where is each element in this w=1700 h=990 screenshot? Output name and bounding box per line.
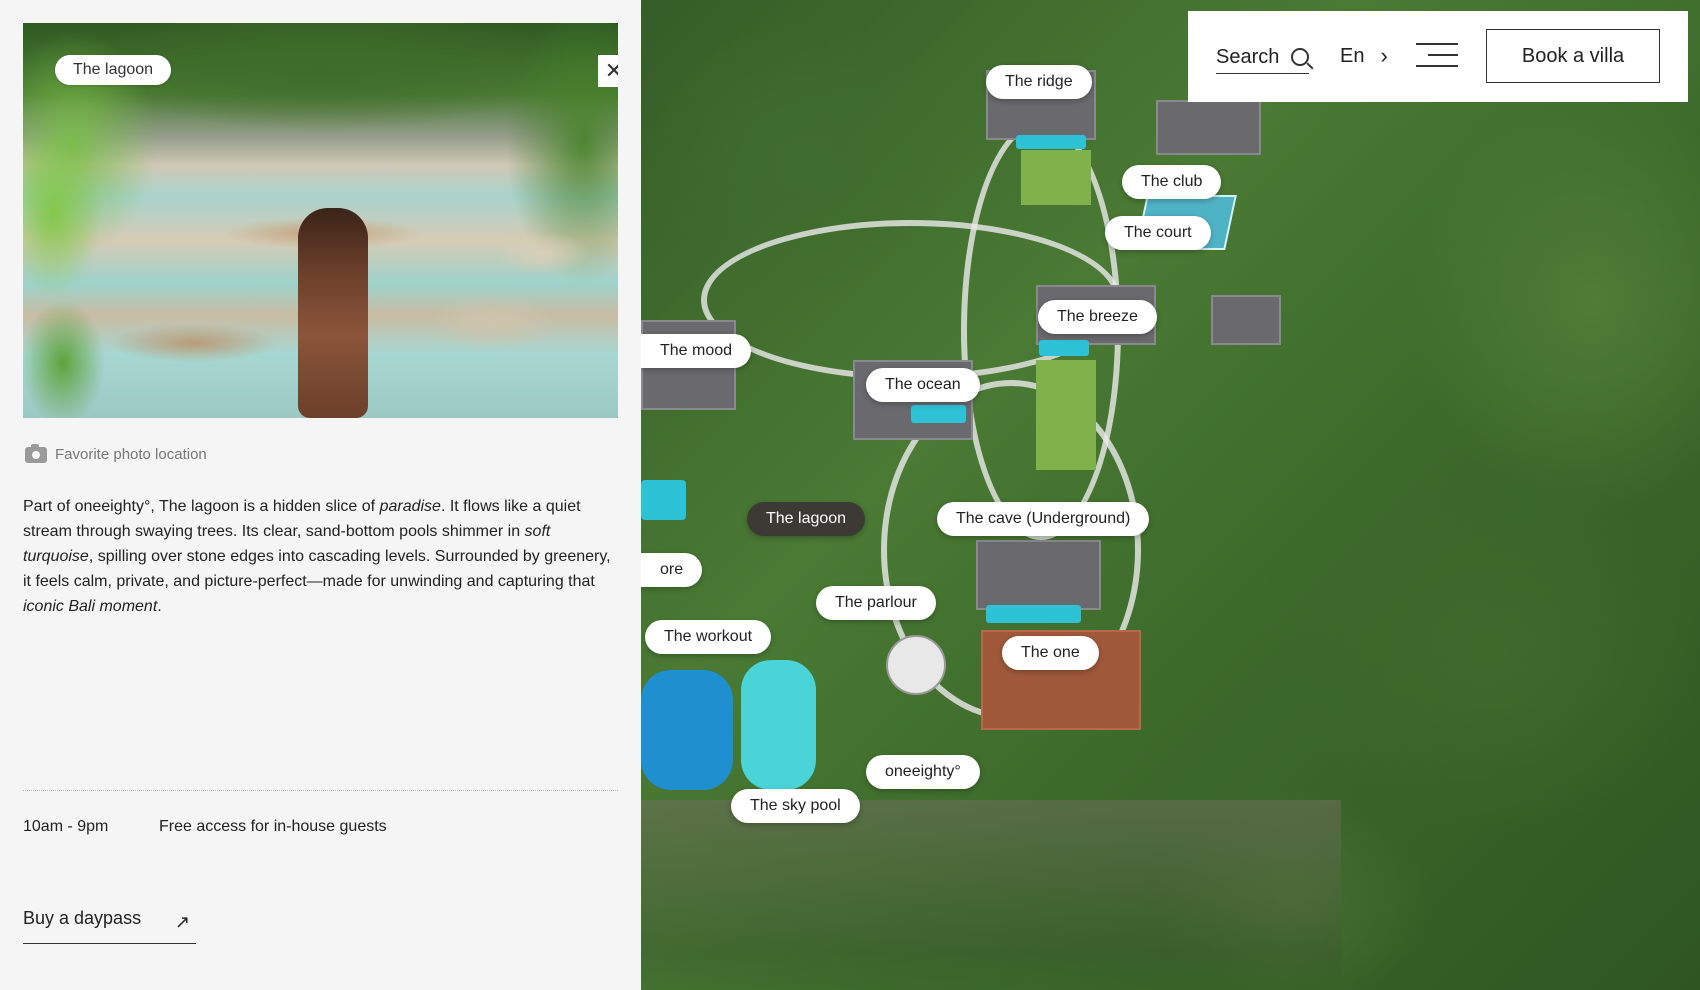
map-chip-the-lagoon[interactable]: The lagoon [747, 502, 866, 536]
pool [986, 605, 1081, 623]
villa-cave [976, 540, 1101, 610]
dome [886, 635, 946, 695]
map-cliff [641, 800, 1341, 990]
arrow-up-right-icon: ↗ [174, 912, 190, 932]
close-button[interactable]: ✕ [598, 55, 618, 87]
access-info: Free access for in-house guests [159, 818, 387, 835]
menu-button[interactable] [1416, 41, 1458, 69]
photo-foliage [23, 63, 143, 418]
map-chip-the-parlour[interactable]: The parlour [816, 586, 936, 620]
pool [1016, 135, 1086, 149]
buy-daypass-link[interactable]: Buy a daypass ↗ [23, 908, 196, 944]
pool [641, 480, 686, 520]
lagoon-photo: The lagoon ✕ [23, 23, 618, 418]
map-chip-the-breeze[interactable]: The breeze [1038, 300, 1157, 334]
map-chip-the-sky-pool[interactable]: The sky pool [731, 789, 860, 823]
language-label: En [1340, 44, 1365, 67]
top-bar: Search En › Book a villa [1188, 11, 1688, 102]
map-chip-the-mood[interactable]: The mood [641, 334, 752, 368]
map-chip-oneeighty[interactable]: oneeighty° [866, 755, 980, 789]
villa-building [1211, 295, 1281, 345]
detail-panel: The lagoon ✕ Favorite photo location Par… [0, 0, 641, 990]
map-chip-the-workout[interactable]: The workout [645, 620, 772, 654]
book-villa-button[interactable]: Book a villa [1486, 29, 1660, 83]
menu-icon [1416, 43, 1458, 45]
aerial-map[interactable]: The ridge The club The court The breeze … [641, 0, 1700, 990]
map-chip-the-ocean[interactable]: The ocean [866, 368, 980, 402]
camera-icon [25, 443, 47, 463]
photo-location-tag: Favorite photo location [25, 443, 207, 463]
photo-title-chip: The lagoon [55, 55, 172, 85]
opening-hours: 10am - 9pm [23, 818, 109, 835]
buy-daypass-label: Buy a daypass [23, 908, 142, 928]
photo-location-label: Favorite photo location [55, 446, 207, 463]
pool [1039, 340, 1089, 356]
language-selector[interactable]: En › [1340, 43, 1388, 69]
lawn [1021, 150, 1091, 205]
map-chip-the-court[interactable]: The court [1105, 216, 1211, 250]
pool [911, 405, 966, 423]
lagoon-description: Part of oneeighty°, The lagoon is a hidd… [23, 498, 611, 615]
menu-icon [1416, 65, 1458, 67]
chevron-right-icon: › [1380, 43, 1388, 68]
close-icon: ✕ [604, 58, 618, 83]
divider [23, 790, 618, 791]
menu-icon [1428, 54, 1458, 56]
villa-building [1156, 100, 1261, 155]
map-chip-the-one[interactable]: The one [1002, 636, 1099, 670]
search-button[interactable]: Search [1216, 41, 1310, 74]
photo-person [298, 208, 368, 418]
search-label: Search [1216, 45, 1280, 68]
lawn [1036, 360, 1096, 470]
sky-pool [741, 660, 816, 790]
map-chip-the-cave[interactable]: The cave (Underground) [937, 502, 1150, 536]
pool [641, 670, 733, 790]
map-chip-the-ridge[interactable]: The ridge [986, 65, 1092, 99]
search-icon [1291, 48, 1310, 66]
map-chip-the-club[interactable]: The club [1122, 165, 1222, 199]
map-chip-cut-off[interactable]: ore [641, 553, 703, 587]
